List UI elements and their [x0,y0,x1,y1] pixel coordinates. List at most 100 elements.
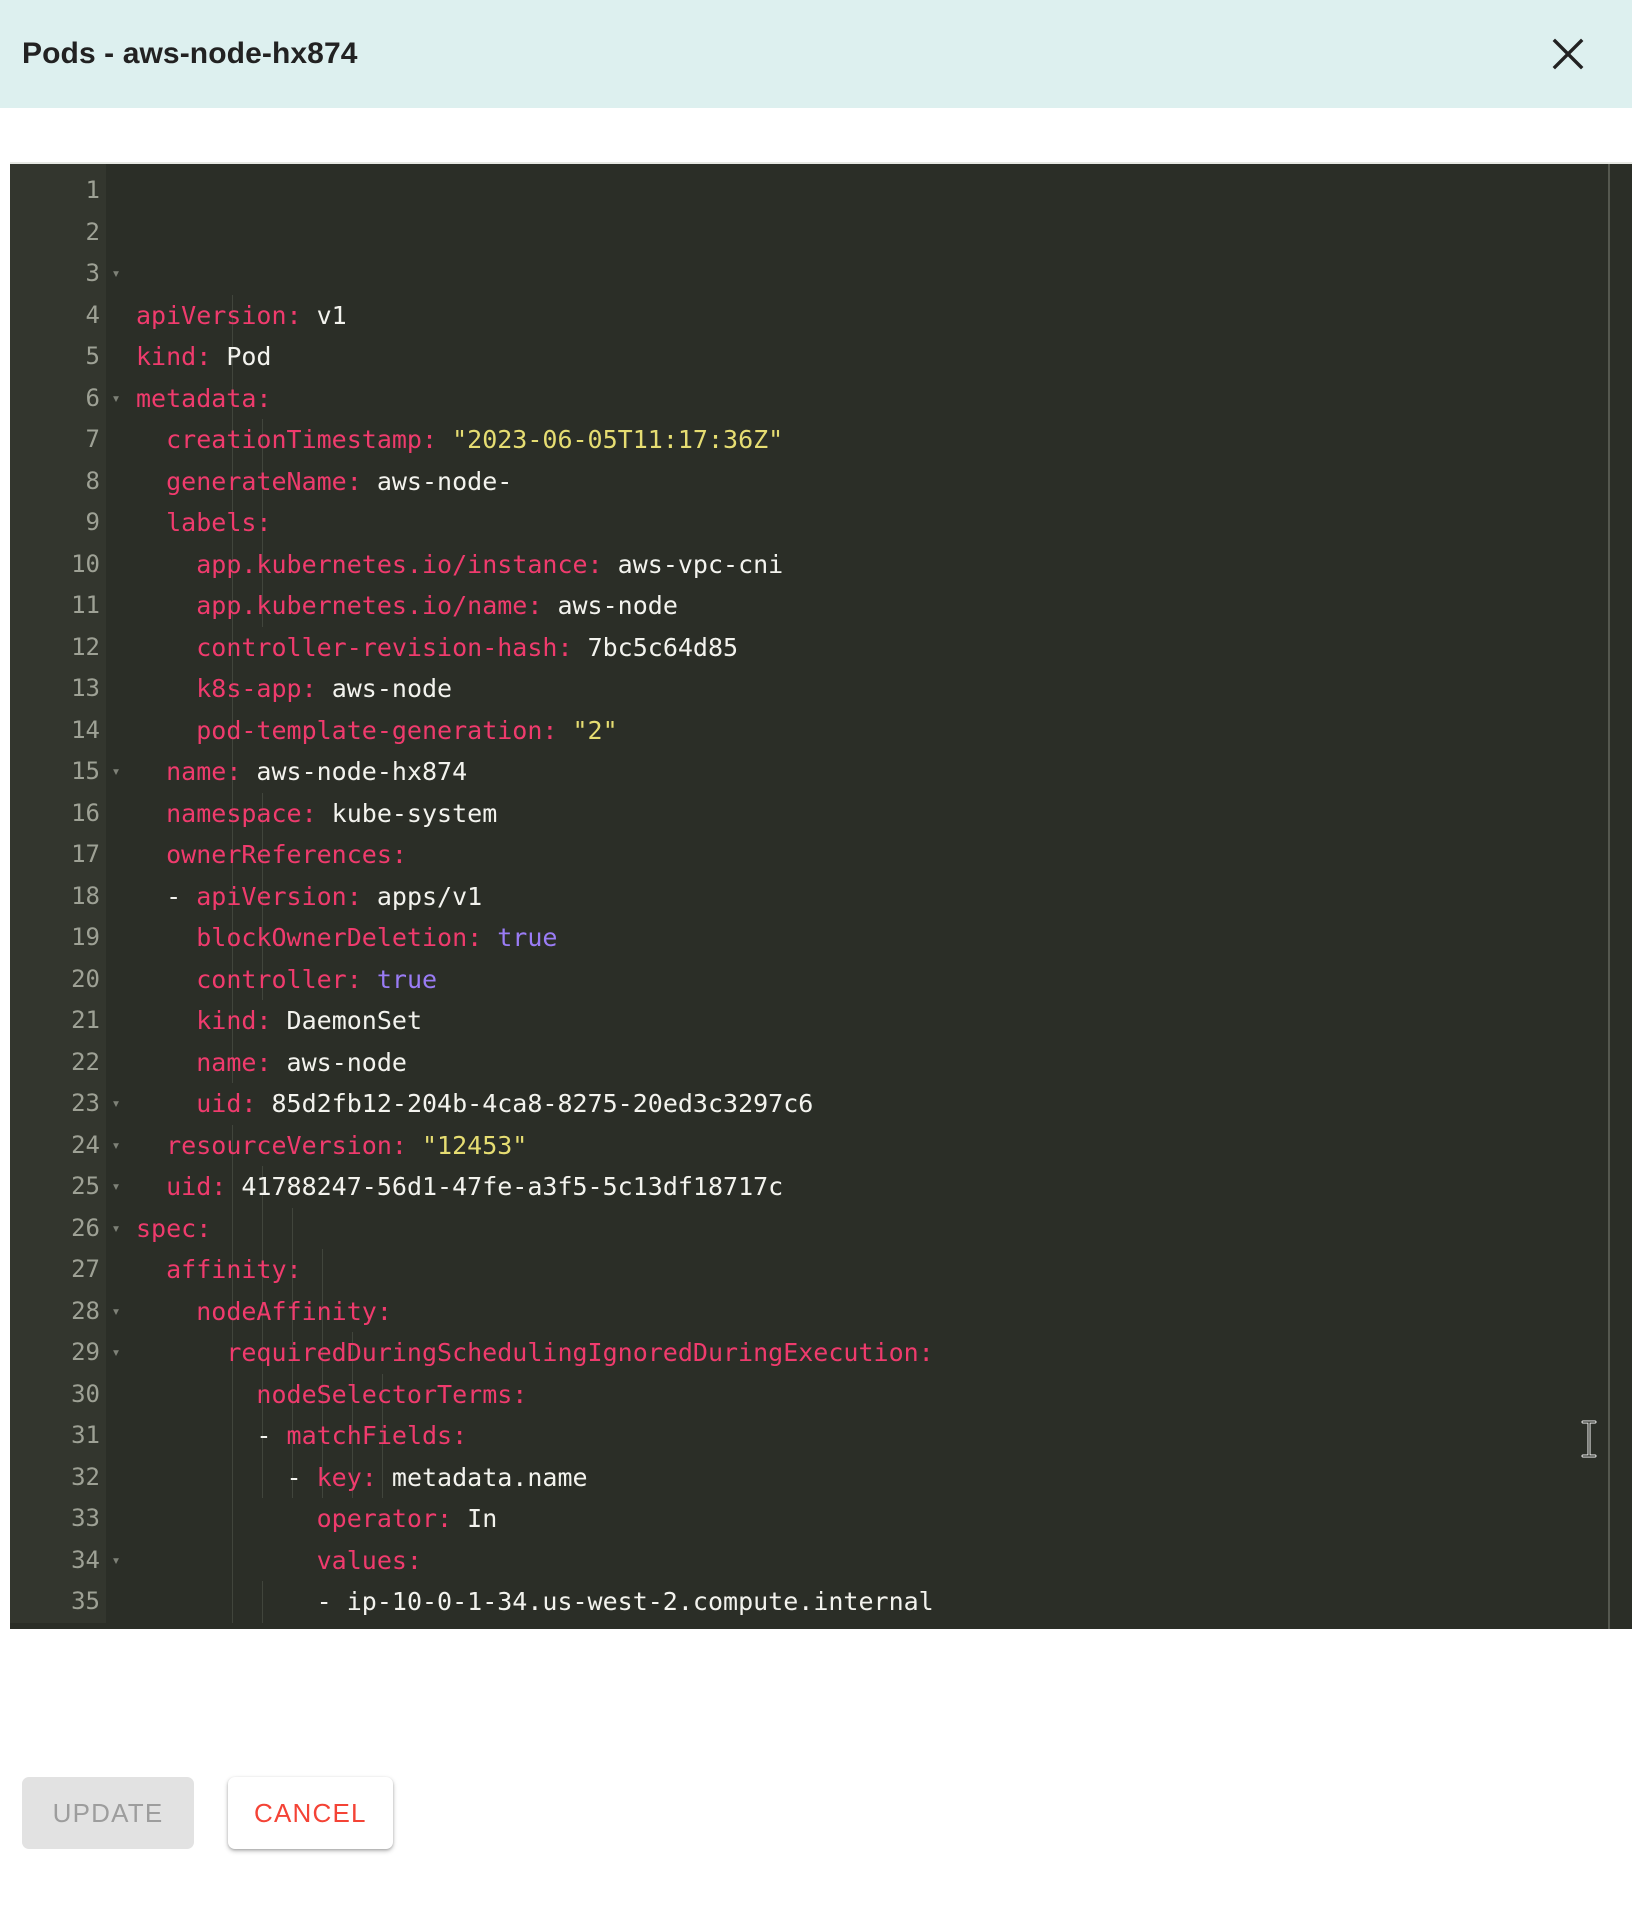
line-number: 35 [71,1587,100,1615]
code-token-val: aws-node [271,1047,407,1077]
line-number: 15 ▾ [10,751,120,793]
code-token-key: creationTimestamp: [166,425,438,454]
code-line[interactable]: pod-template-generation: "2" [136,710,1632,752]
code-token-key: app.kubernetes.io/name: [196,591,543,620]
close-button[interactable] [1542,28,1594,80]
code-line[interactable]: ownerReferences: [136,834,1632,876]
code-token-key: k8s-app: [196,674,317,703]
code-line[interactable]: operator: In [136,1498,1632,1540]
code-token-val: aws-vpc-cni [602,549,784,579]
code-line[interactable]: resourceVersion: "12453" [136,1125,1632,1167]
editor-vertical-scrollbar[interactable] [1608,164,1610,1629]
code-line[interactable]: kind: DaemonSet [136,1000,1632,1042]
code-line[interactable]: - key: metadata.name [136,1457,1632,1499]
code-token-val: aws-node [542,591,678,620]
code-line[interactable]: uid: 85d2fb12-204b-4ca8-8275-20ed3c3297c… [136,1083,1632,1125]
code-line[interactable]: generateName: aws-node- [136,461,1632,503]
code-line[interactable]: creationTimestamp: "2023-06-05T11:17:36Z… [136,419,1632,461]
code-token-key: pod-template-generation: [196,715,558,745]
code-line[interactable]: requiredDuringSchedulingIgnoredDuringExe… [136,1332,1632,1374]
code-line[interactable]: nodeAffinity: [136,1291,1632,1333]
code-token-str: "12453" [406,1130,528,1160]
line-number: 18 [71,881,100,910]
code-line[interactable]: k8s-app: aws-node [136,668,1632,710]
code-token-key: name: [196,1047,272,1077]
code-token-key: nodeAffinity: [196,1296,392,1326]
code-line[interactable]: controller: true [136,959,1632,1001]
code-line[interactable]: name: aws-node-hx874 [136,751,1632,793]
code-line[interactable]: app.kubernetes.io/name: aws-node [136,585,1632,627]
code-line[interactable]: - apiVersion: apps/v1 [136,876,1632,918]
code-token-val: aws-node- [361,466,513,496]
yaml-code-editor[interactable]: 1 2 3 ▾ 4 5 6 ▾ 7 8 9 10 11 12 13 14 15 ▾ 16 17 18 19 20 21 22 23… [10,162,1632,1629]
line-number: 2 [85,217,100,246]
code-token-key: controller: [196,964,362,994]
cancel-button[interactable]: CANCEL [228,1777,393,1849]
code-token-str: "2" [557,715,618,745]
code-line[interactable]: nodeSelectorTerms: [136,1374,1632,1416]
code-token-punct: - [166,881,197,911]
line-number: 28 ▾ [10,1291,120,1333]
code-line[interactable]: namespace: kube-system [136,793,1632,835]
code-token-val: aws-node-hx874 [241,757,468,786]
code-line[interactable]: - ip-10-0-1-34.us-west-2.compute.interna… [136,1581,1632,1623]
code-token-val: 85d2fb12-204b-4ca8-8275-20ed3c3297c6 [256,1089,814,1118]
line-number: 32 [71,1462,100,1491]
code-line[interactable]: apiVersion: v1 [136,295,1632,337]
line-number: 17 [71,840,100,868]
code-line[interactable]: - matchFields: [136,1415,1632,1457]
code-token-key: namespace: [166,798,317,828]
line-number: 22 [71,1047,100,1076]
update-button[interactable]: UPDATE [22,1777,194,1849]
line-number: 14 [71,715,100,744]
code-token-val: In [452,1504,498,1533]
code-token-punct: - [316,1587,347,1616]
code-token-key: apiVersion: [136,300,302,330]
code-line[interactable]: kind: Pod [136,336,1632,378]
code-line[interactable]: controller-revision-hash: 7bc5c64d85 [136,627,1632,669]
code-line[interactable]: metadata: [136,378,1632,420]
code-content[interactable]: apiVersion: v1 kind: Pod metadata: creatio… [106,164,1632,1629]
code-token-key: nodeSelectorTerms: [256,1379,528,1409]
code-line[interactable]: name: aws-node [136,1042,1632,1084]
line-number: 34 ▾ [10,1540,120,1582]
code-token-key: ownerReferences: [166,840,407,869]
code-line[interactable]: labels: [136,502,1632,544]
line-number: 31 [71,1421,100,1449]
code-line[interactable]: app.kubernetes.io/instance: aws-vpc-cni [136,544,1632,586]
dialog-body: 1 2 3 ▾ 4 5 6 ▾ 7 8 9 10 11 12 13 14 15 ▾ 16 17 18 19 20 21 22 23… [0,108,1632,1908]
code-line[interactable]: affinity: [136,1249,1632,1291]
code-token-val: aws-node [316,674,453,703]
code-token-bool: true [482,923,558,952]
line-number-gutter: 1 2 3 ▾ 4 5 6 ▾ 7 8 9 10 11 12 13 14 15 ▾ 16 17 18 19 20 21 22 23… [10,164,121,1623]
code-line[interactable]: uid: 41788247-56d1-47fe-a3f5-5c13df18717… [136,1166,1632,1208]
code-token-key: key: [316,1462,377,1492]
code-line[interactable]: blockOwnerDeletion: true [136,917,1632,959]
code-line[interactable]: spec: [136,1208,1632,1250]
line-number: 9 [85,508,100,536]
code-token-val: DaemonSet [271,1006,422,1035]
line-number: 33 [71,1504,100,1532]
dialog-header: Pods - aws-node-hx874 [0,0,1632,108]
line-number: 23 ▾ [10,1083,120,1125]
code-line[interactable]: containers: [136,1623,1632,1630]
line-number: 5 [85,342,100,370]
code-token-val: kube-system [316,798,498,828]
code-line[interactable]: values: [136,1540,1632,1582]
line-number: 20 [71,964,100,993]
code-token-key: operator: [316,1504,453,1533]
line-number: 29 ▾ [10,1332,120,1374]
